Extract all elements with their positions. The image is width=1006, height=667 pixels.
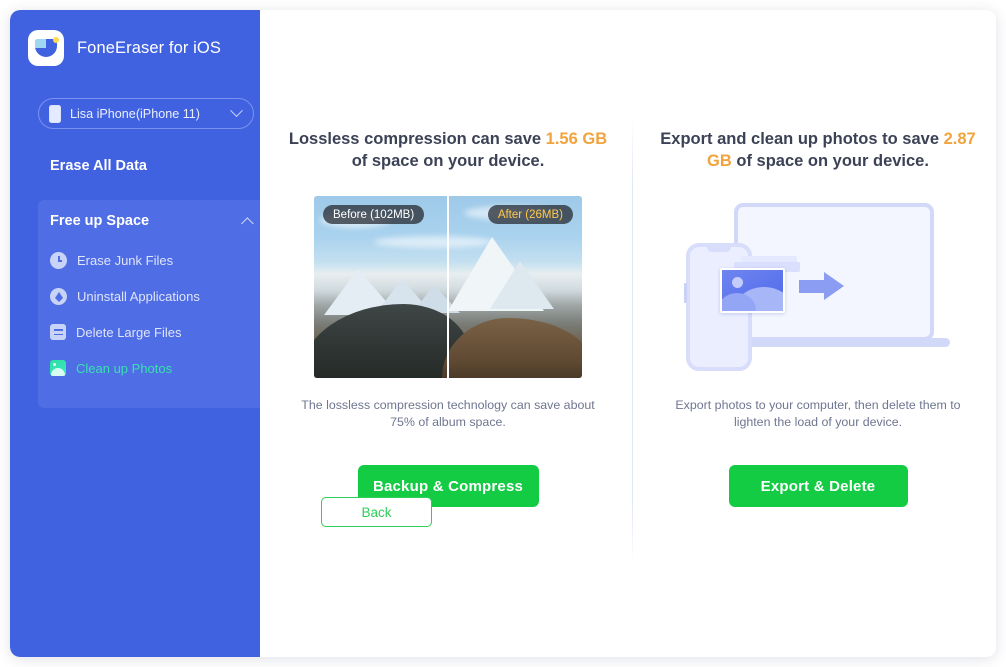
compress-caption: The lossless compression technology can … xyxy=(301,398,595,429)
sidebar-item-label: Delete Large Files xyxy=(76,324,182,340)
back-button[interactable]: Back xyxy=(321,497,432,527)
phone-icon xyxy=(49,104,61,123)
export-delete-button[interactable]: Export & Delete xyxy=(728,465,908,507)
compress-headline: Lossless compression can save 1.56 GB of… xyxy=(278,128,618,172)
export-panel: Export and clean up photos to save 2.87 … xyxy=(648,128,988,507)
sidebar: FoneEraser for iOS Lisa iPhone(iPhone 11… xyxy=(10,10,270,657)
compress-panel: Lossless compression can save 1.56 GB of… xyxy=(278,128,618,507)
apps-icon xyxy=(50,287,67,305)
sidebar-item-erase-all-data[interactable]: Erase All Data xyxy=(50,158,147,174)
export-illustration-icon xyxy=(684,196,952,378)
sidebar-item-delete-large-files[interactable]: Delete Large Files xyxy=(38,314,270,350)
compress-headline-amount: 1.56 GB xyxy=(545,130,608,148)
compress-headline-suffix: of space on your device. xyxy=(351,152,545,170)
brand: FoneEraser for iOS xyxy=(28,30,221,66)
sidebar-item-label: Uninstall Applications xyxy=(77,288,200,304)
panel-divider xyxy=(632,120,633,567)
before-chip: Before (102MB) xyxy=(323,205,425,224)
app-title: FoneEraser for iOS xyxy=(77,38,221,57)
arrow-right-icon xyxy=(799,272,844,300)
device-selector-value: Lisa iPhone(iPhone 11) xyxy=(70,106,200,121)
photo-icon xyxy=(50,360,66,376)
sidebar-section-header[interactable]: Free up Space xyxy=(38,200,270,242)
sidebar-item-label: Erase Junk Files xyxy=(77,252,174,268)
document-icon xyxy=(50,324,66,340)
sidebar-item-label: Clean up Photos xyxy=(76,360,173,376)
clock-icon xyxy=(50,251,67,269)
export-headline: Export and clean up photos to save 2.87 … xyxy=(648,128,988,172)
export-headline-suffix: of space on your device. xyxy=(731,152,929,170)
compress-headline-prefix: Lossless compression can save xyxy=(288,130,546,148)
export-caption: Export photos to your computer, then del… xyxy=(675,398,961,429)
before-after-photo: Before (102MB) After (26MB) xyxy=(314,196,582,378)
device-selector[interactable]: Lisa iPhone(iPhone 11) xyxy=(38,98,254,129)
sidebar-section-title: Free up Space xyxy=(50,213,150,229)
sidebar-item-clean-up-photos[interactable]: Clean up Photos xyxy=(38,350,270,386)
chevron-down-icon xyxy=(230,104,243,118)
sidebar-section-free-up-space: Free up Space Erase Junk Files Uninstall… xyxy=(38,200,270,408)
after-chip: After (26MB) xyxy=(487,205,573,224)
sidebar-item-uninstall-applications[interactable]: Uninstall Applications xyxy=(38,278,270,314)
foneeraser-logo-icon xyxy=(28,30,64,66)
export-headline-prefix: Export and clean up photos to save xyxy=(660,130,944,148)
compare-split-line xyxy=(447,196,449,378)
main-content: Lossless compression can save 1.56 GB of… xyxy=(260,10,996,657)
sidebar-item-erase-junk-files[interactable]: Erase Junk Files xyxy=(38,242,270,278)
app-window: FoneEraser for iOS Lisa iPhone(iPhone 11… xyxy=(10,10,996,657)
